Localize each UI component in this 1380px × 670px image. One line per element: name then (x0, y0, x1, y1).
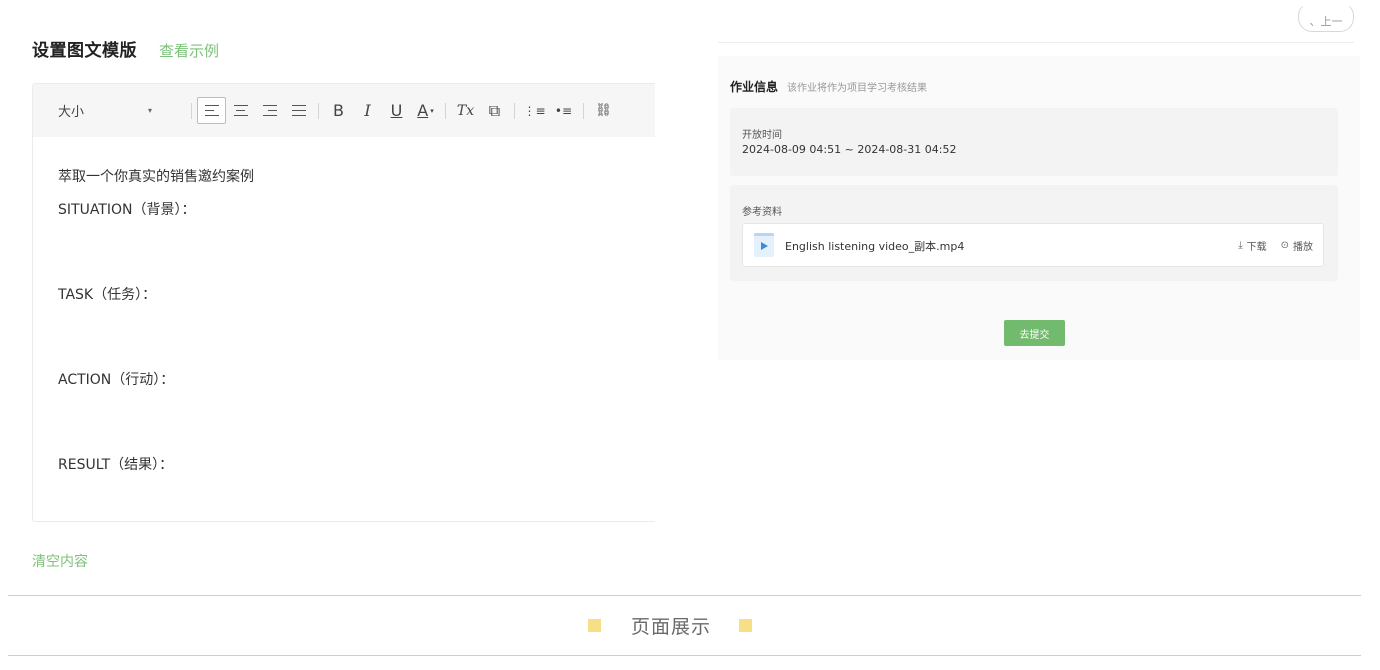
banner-bottom-rule (8, 655, 1361, 656)
font-color-button[interactable]: A ▾ (411, 97, 440, 124)
font-color-icon: A (417, 101, 429, 120)
underline-icon: U (390, 101, 403, 120)
content-line: RESULT（结果）： (58, 457, 174, 473)
submit-button[interactable]: 去提交 (1004, 320, 1065, 346)
toolbar-divider (583, 102, 584, 119)
underline-button[interactable]: U (382, 97, 411, 124)
play-label: 播放 (1293, 242, 1313, 253)
align-left-icon (204, 104, 219, 117)
template-heading: 设置图文模版 查看示例 (32, 36, 219, 61)
view-example-link[interactable]: 查看示例 (159, 40, 219, 61)
content-line: SITUATION（背景）： (58, 202, 196, 218)
section-subtitle: 该作业将作为项目学习考核结果 (787, 83, 928, 94)
align-justify-icon (291, 104, 306, 117)
align-center-icon (233, 104, 248, 117)
align-right-button[interactable] (255, 97, 284, 124)
bold-button[interactable]: B (324, 97, 353, 124)
content-line: TASK（任务）： (58, 287, 157, 303)
page-title: 设置图文模版 (32, 41, 137, 61)
section-title: 作业信息 (730, 80, 779, 94)
toolbar-divider (318, 102, 319, 119)
open-time-label: 开放时间 (742, 130, 782, 141)
content-line: ACTION（行动）： (58, 372, 175, 388)
file-item: English listening video_副本.mp4 ⤓ 下载 ⊙ 播放 (742, 223, 1324, 267)
assignment-preview: 作业信息 该作业将作为项目学习考核结果 开放时间 2024-08-09 04:5… (718, 56, 1360, 360)
chevron-down-icon: ▾ (148, 106, 153, 115)
font-size-select[interactable]: 大小 ▾ (58, 101, 186, 120)
reference-materials-label: 参考资料 (742, 207, 782, 218)
open-time-box: 开放时间 2024-08-09 04:51 ~ 2024-08-31 04:52 (730, 108, 1338, 176)
page-display-banner: 页面展示 (588, 612, 753, 639)
clear-content-button[interactable]: 清空内容 (32, 551, 88, 571)
open-time-value: 2024-08-09 04:51 ~ 2024-08-31 04:52 (742, 143, 957, 156)
editor-toolbar: 大小 ▾ B I U A ▾ Tx ⧉ ⋮≡ •≡ ⛓ (33, 84, 655, 137)
reference-materials-box: 参考资料 English listening video_副本.mp4 ⤓ 下载… (730, 185, 1338, 281)
italic-button[interactable]: I (353, 97, 382, 124)
divider (718, 42, 1354, 43)
banner-top-rule (8, 595, 1361, 596)
align-center-button[interactable] (226, 97, 255, 124)
paste-text-button[interactable]: ⧉ (480, 97, 509, 124)
banner-square-left (588, 619, 601, 632)
download-icon: ⤓ (1238, 240, 1243, 251)
previous-button[interactable]: 、上一 (1298, 2, 1354, 32)
link-button[interactable]: ⛓ (589, 97, 618, 124)
bullet-list-button[interactable]: •≡ (549, 97, 578, 124)
file-name: English listening video_副本.mp4 (785, 240, 965, 253)
video-file-icon (754, 233, 774, 257)
file-actions: ⤓ 下载 ⊙ 播放 (1238, 238, 1313, 253)
align-right-icon (262, 104, 277, 117)
banner-square-right (739, 619, 753, 632)
editor-content[interactable]: 萃取一个你真实的销售邀约案例 SITUATION（背景）： TASK（任务）： … (33, 137, 655, 476)
assignment-info-header: 作业信息 该作业将作为项目学习考核结果 (730, 78, 927, 95)
download-label: 下载 (1246, 242, 1267, 253)
chevron-down-icon: ▾ (430, 106, 434, 115)
rich-text-editor: 大小 ▾ B I U A ▾ Tx ⧉ ⋮≡ •≡ ⛓ 萃取一个你真实的销售邀约… (32, 83, 655, 522)
toolbar-divider (191, 102, 192, 119)
download-button[interactable]: ⤓ 下载 (1238, 238, 1266, 253)
content-line: 萃取一个你真实的销售邀约案例 (58, 169, 254, 185)
play-icon: ⊙ (1280, 240, 1289, 251)
banner-text: 页面展示 (631, 616, 712, 638)
toolbar-divider (445, 102, 446, 119)
clear-format-button[interactable]: Tx (451, 97, 480, 124)
align-justify-button[interactable] (284, 97, 313, 124)
font-size-label: 大小 (58, 105, 85, 120)
play-button[interactable]: ⊙ 播放 (1281, 238, 1313, 253)
toolbar-divider (514, 102, 515, 119)
align-left-button[interactable] (197, 97, 226, 124)
ordered-list-button[interactable]: ⋮≡ (520, 97, 549, 124)
